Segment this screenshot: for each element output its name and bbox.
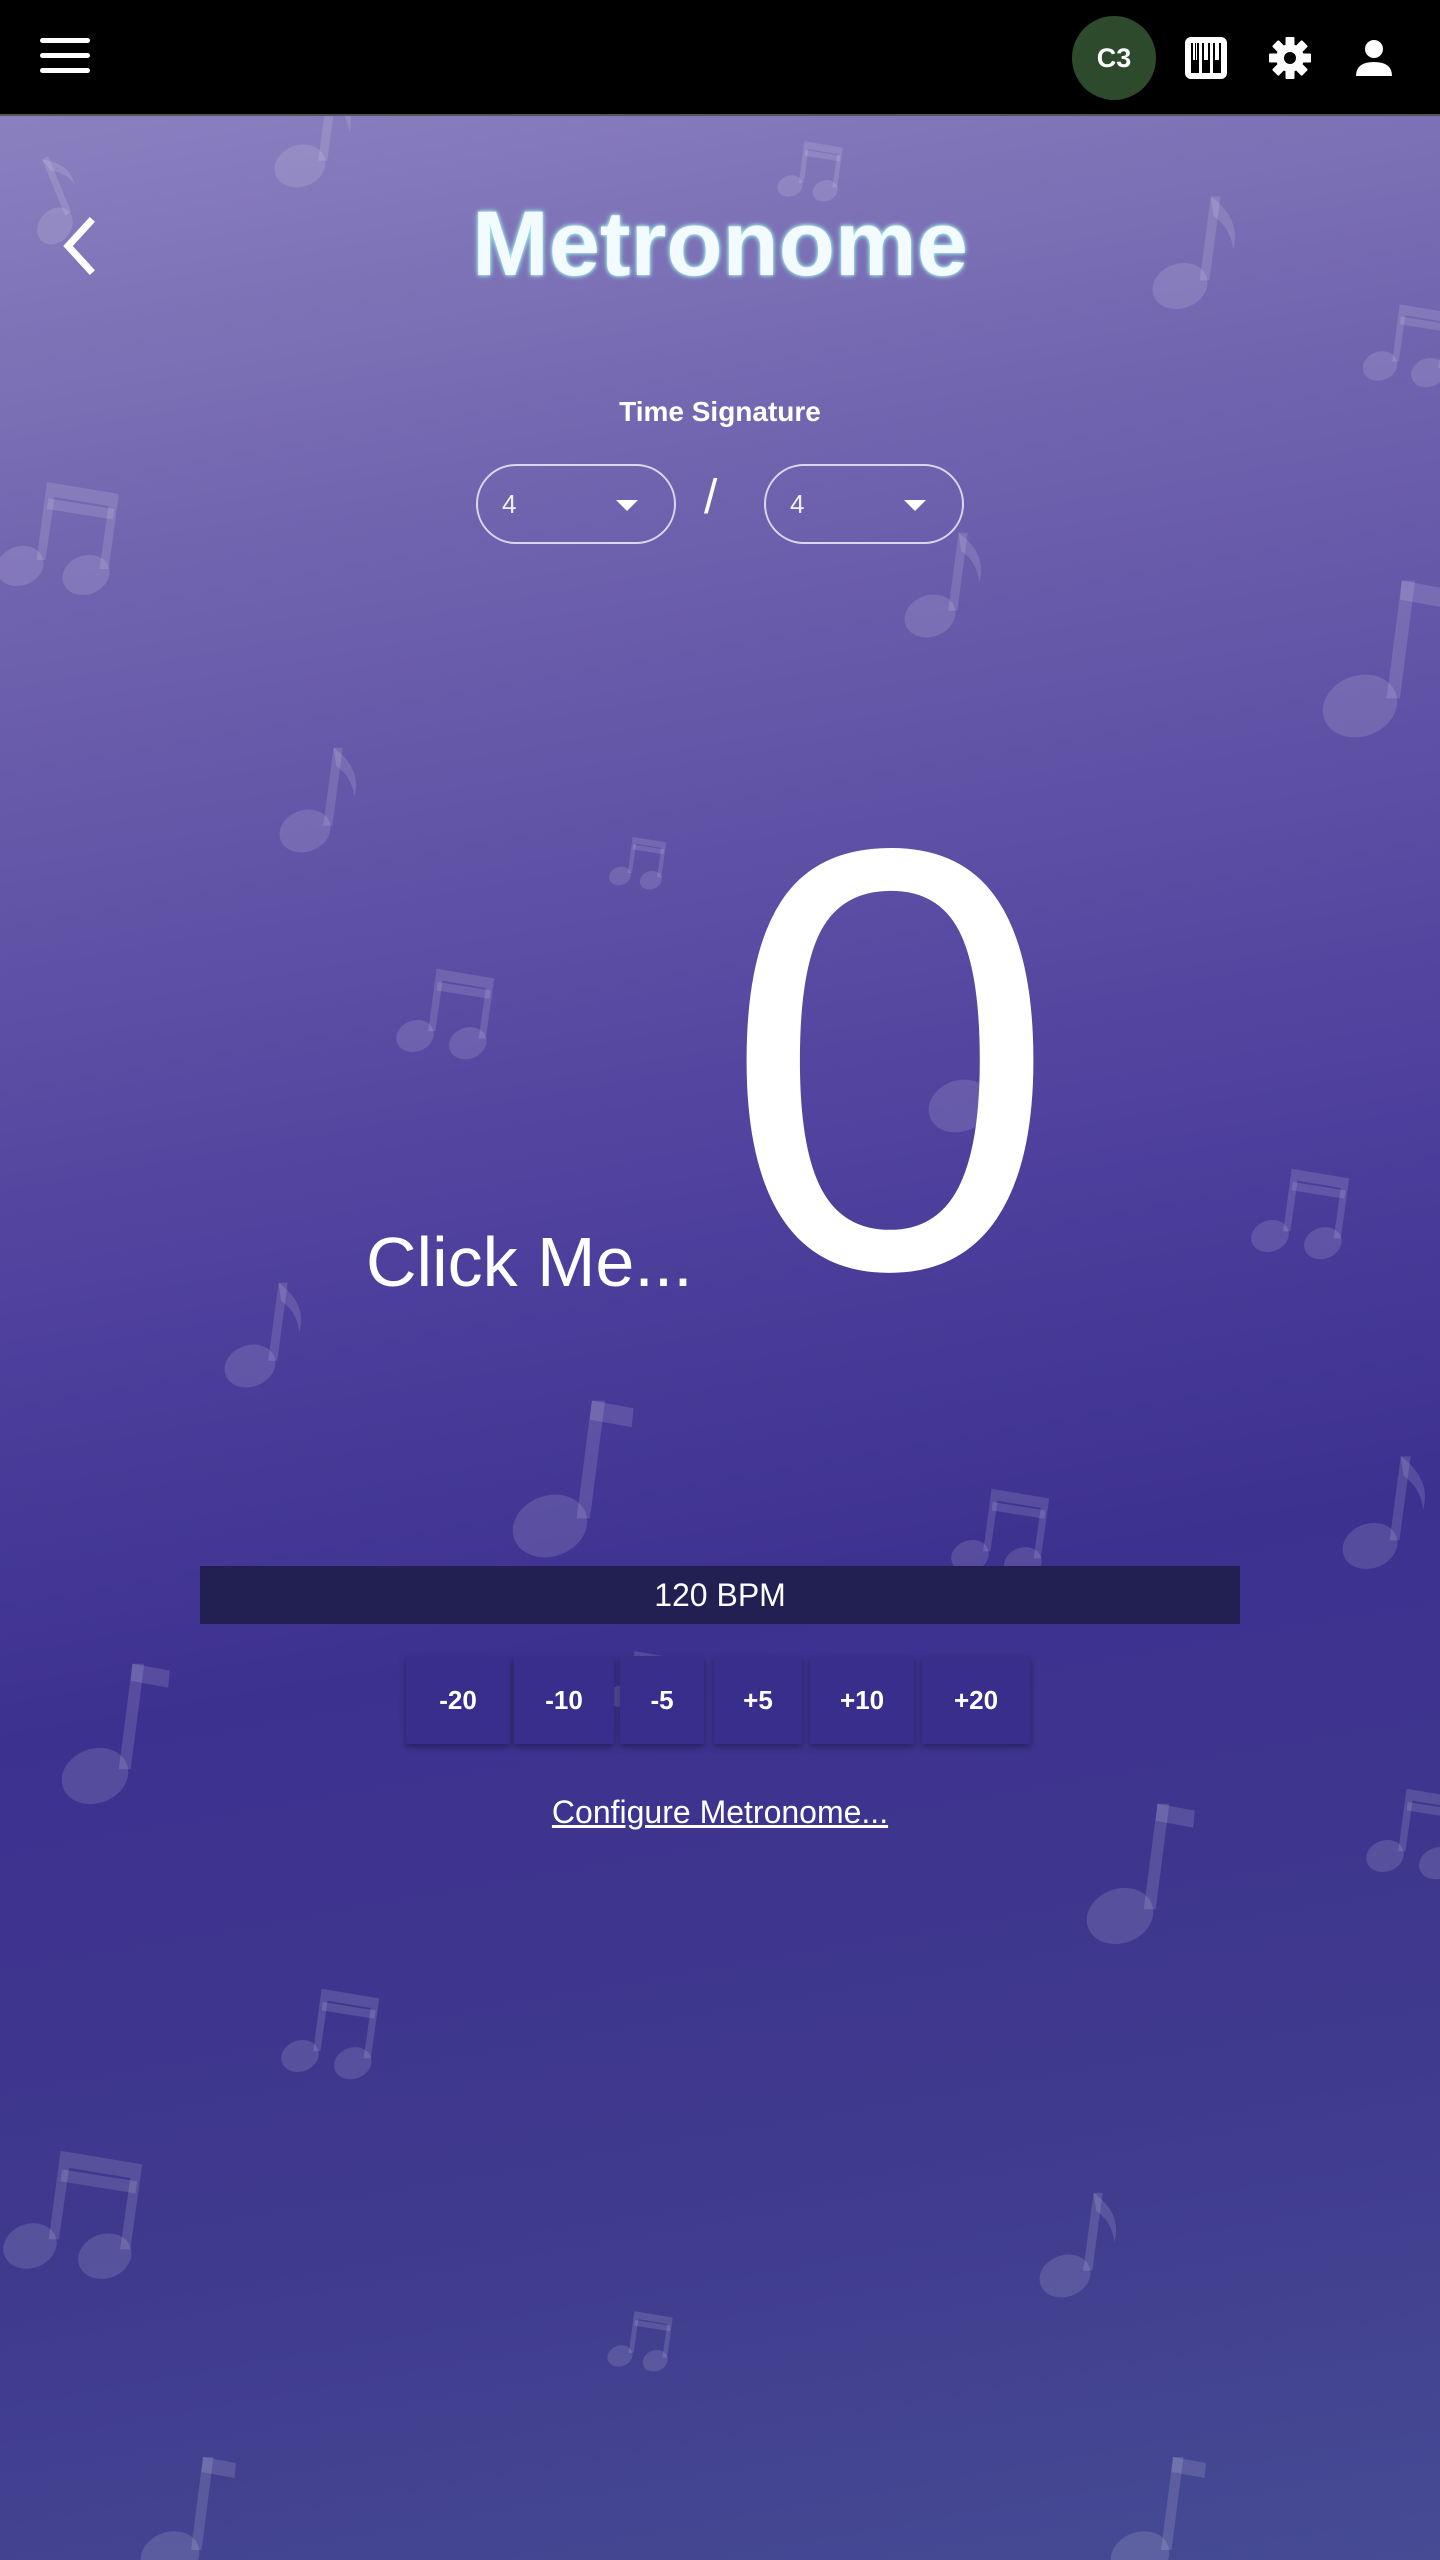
tempo-display: 120 BPM (200, 1566, 1240, 1624)
dropdown-caret-icon (616, 500, 638, 511)
beat-unit-value: 4 (790, 489, 805, 519)
time-signature-separator: / (704, 471, 718, 524)
tempo-plus-20-button[interactable]: +20 (922, 1656, 1030, 1744)
tempo-minus-10-button[interactable]: -10 (514, 1656, 614, 1744)
time-signature-label: Time Signature (619, 396, 821, 427)
menu-icon[interactable] (40, 38, 90, 74)
tempo-minus-20-button[interactable]: -20 (406, 1656, 510, 1744)
beats-per-measure-select[interactable]: 4 (476, 464, 676, 544)
top-app-bar: C3 (0, 0, 1440, 116)
tempo-plus-5-button[interactable]: +5 (714, 1656, 802, 1744)
person-icon[interactable] (1350, 34, 1398, 82)
gear-icon[interactable] (1266, 34, 1314, 82)
click-me-prompt[interactable]: Click Me... (366, 1222, 693, 1302)
beat-unit-select[interactable]: 4 (764, 464, 964, 544)
user-avatar[interactable]: C3 (1072, 16, 1156, 100)
piano-icon[interactable] (1182, 34, 1230, 82)
tempo-plus-10-button[interactable]: +10 (810, 1656, 914, 1744)
dropdown-caret-icon (904, 500, 926, 511)
configure-metronome-link[interactable]: Configure Metronome... (0, 1794, 1440, 1831)
beats-per-measure-value: 4 (502, 489, 517, 519)
tempo-minus-5-button[interactable]: -5 (620, 1656, 704, 1744)
page-title: Metronome (472, 193, 968, 295)
current-beat-counter[interactable]: 0 (720, 760, 1060, 1360)
